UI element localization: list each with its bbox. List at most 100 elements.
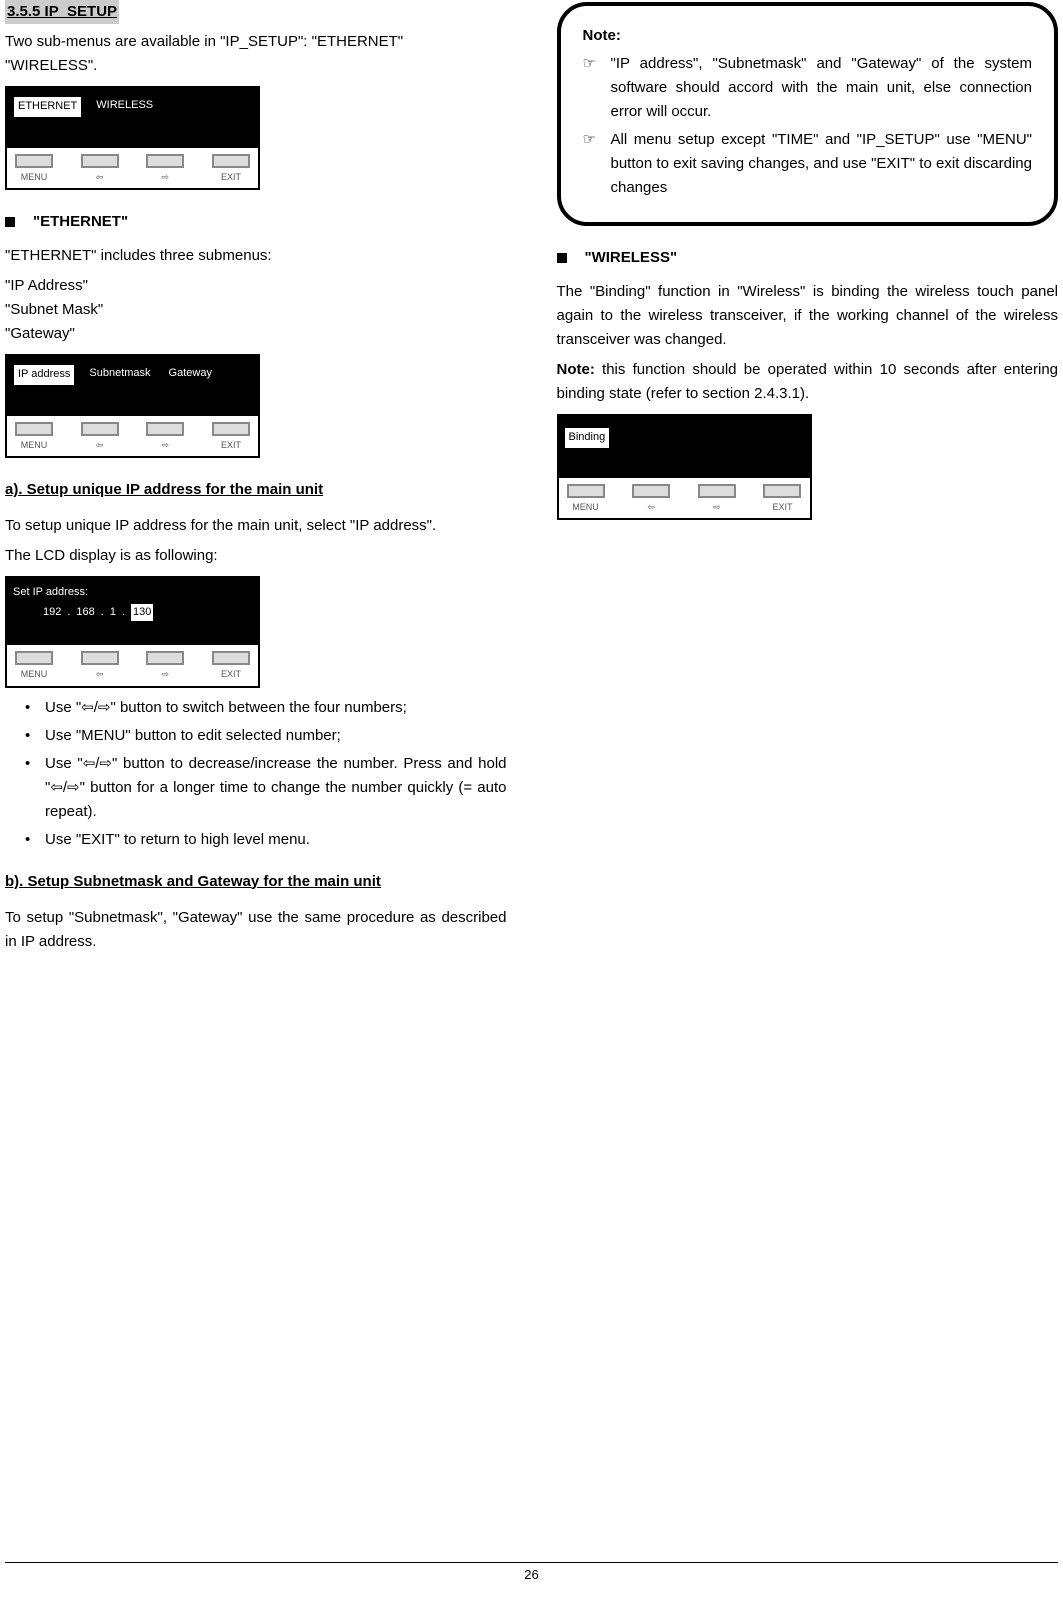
page-container: 3.5.5 IP_SETUP Two sub-menus are availab… — [0, 0, 1063, 1601]
lcd-screen: IP address Subnetmask Gateway — [7, 356, 258, 416]
wireless-para: The "Binding" function in "Wireless" is … — [557, 280, 1059, 352]
lcd-screenshot-ethernet-submenu: IP address Subnetmask Gateway MENU ⇦ ⇨ E… — [5, 354, 260, 458]
lcd-exit-label: EXIT — [212, 170, 250, 184]
two-column-layout: 3.5.5 IP_SETUP Two sub-menus are availab… — [0, 0, 1063, 960]
lcd-button-icon — [212, 651, 250, 665]
lcd-exit-label: EXIT — [212, 438, 250, 452]
lcd-right-arrow-icon: ⇨ — [146, 170, 184, 184]
lcd-button-icon — [15, 651, 53, 665]
lcd-label-row: MENU ⇦ ⇨ EXIT — [7, 436, 258, 456]
instructions-list: Use "⇦/⇨" button to switch between the f… — [5, 696, 507, 852]
tab-ethernet: ETHERNET — [13, 96, 82, 118]
tab-ipaddress: IP address — [13, 364, 75, 386]
lcd-button-icon — [81, 422, 119, 436]
lcd-menu-label: MENU — [15, 438, 53, 452]
tab-wireless: WIRELESS — [92, 96, 157, 116]
intro-text-1: Two sub-menus are available in "IP_SETUP… — [5, 33, 403, 50]
heading-b: b). Setup Subnetmask and Gateway for the… — [5, 870, 507, 894]
left-column: 3.5.5 IP_SETUP Two sub-menus are availab… — [5, 0, 507, 960]
wireless-heading: "WIRELESS" — [557, 246, 1059, 270]
ethernet-intro: "ETHERNET" includes three submenus: — [5, 244, 507, 268]
note-item: "IP address", "Subnetmask" and "Gateway"… — [583, 52, 1033, 124]
para-a1: To setup unique IP address for the main … — [5, 514, 507, 538]
note-list: "IP address", "Subnetmask" and "Gateway"… — [583, 52, 1033, 200]
lcd-label-row: MENU ⇦ ⇨ EXIT — [559, 498, 810, 518]
lcd-button-icon — [15, 154, 53, 168]
lcd-button-icon — [81, 651, 119, 665]
ip-octet-3: 1 — [110, 604, 116, 622]
lcd-button-icon — [146, 651, 184, 665]
lcd-button-icon — [81, 154, 119, 168]
lcd-screenshot-set-ip: Set IP address: 192. 168. 1. 130 — [5, 576, 260, 688]
lcd-button-icon — [15, 422, 53, 436]
bullet-item: Use "⇦/⇨" button to switch between the f… — [25, 696, 507, 720]
wireless-note-para: Note: this function should be operated w… — [557, 358, 1059, 406]
lcd-left-arrow-icon: ⇦ — [81, 170, 119, 184]
lcd-tabs: ETHERNET WIRELESS — [13, 96, 157, 118]
tab-subnetmask: Subnetmask — [85, 364, 154, 384]
lcd-screen: Set IP address: 192. 168. 1. 130 — [7, 578, 258, 645]
lcd-tabs: IP address Subnetmask Gateway — [13, 364, 216, 386]
lcd-button-icon — [146, 422, 184, 436]
lcd-button-icon — [567, 484, 605, 498]
lcd-button-icon — [212, 422, 250, 436]
lcd-screenshot-binding: Binding MENU ⇦ ⇨ EXIT — [557, 414, 812, 520]
lcd-right-arrow-icon: ⇨ — [146, 438, 184, 452]
lcd-right-arrow-icon: ⇨ — [698, 500, 736, 514]
ethernet-heading: "ETHERNET" — [5, 210, 507, 234]
ip-screen-content: Set IP address: 192. 168. 1. 130 — [13, 584, 252, 621]
wireless-note-text: this function should be operated within … — [557, 361, 1059, 402]
lcd-screen: ETHERNET WIRELESS — [7, 88, 258, 148]
para-a2: The LCD display is as following: — [5, 544, 507, 568]
section-title: 3.5.5 IP_SETUP — [5, 0, 119, 24]
page-number: 26 — [524, 1567, 538, 1582]
lcd-button-icon — [146, 154, 184, 168]
lcd-button-icon — [698, 484, 736, 498]
ip-octet-1: 192 — [43, 604, 61, 622]
lcd-button-row — [559, 478, 810, 498]
set-ip-label: Set IP address: — [13, 584, 252, 602]
ip-row: 192. 168. 1. 130 — [43, 604, 252, 622]
lcd-label-row: MENU ⇦ ⇨ EXIT — [7, 168, 258, 188]
ethernet-sub1: "IP Address" — [5, 274, 507, 298]
lcd-left-arrow-icon: ⇦ — [81, 667, 119, 681]
square-bullet-icon — [5, 217, 15, 227]
lcd-screen: Binding — [559, 416, 810, 478]
lcd-button-icon — [632, 484, 670, 498]
right-column: Note: "IP address", "Subnetmask" and "Ga… — [557, 0, 1059, 960]
ethernet-sub2: "Subnet Mask" — [5, 298, 507, 322]
lcd-menu-label: MENU — [15, 667, 53, 681]
lcd-left-arrow-icon: ⇦ — [81, 438, 119, 452]
lcd-menu-label: MENU — [567, 500, 605, 514]
square-bullet-icon — [557, 253, 567, 263]
bullet-item: Use "⇦/⇨" button to decrease/increase th… — [25, 752, 507, 824]
lcd-screenshot-ipsetup: ETHERNET WIRELESS MENU ⇦ ⇨ EXIT — [5, 86, 260, 190]
lcd-right-arrow-icon: ⇨ — [146, 667, 184, 681]
intro-text-2: "WIRELESS". — [5, 57, 97, 74]
tab-gateway: Gateway — [165, 364, 216, 384]
page-footer: 26 — [5, 1562, 1058, 1586]
para-b: To setup "Subnetmask", "Gateway" use the… — [5, 906, 507, 954]
ip-octet-2: 168 — [76, 604, 94, 622]
ip-octet-4-selected: 130 — [131, 604, 153, 622]
lcd-button-row — [7, 416, 258, 436]
lcd-button-row — [7, 148, 258, 168]
ethernet-heading-text: "ETHERNET" — [33, 210, 128, 234]
binding-label: Binding — [565, 428, 610, 448]
wireless-note-label: Note: — [557, 361, 595, 378]
wireless-heading-text: "WIRELESS" — [585, 246, 678, 270]
lcd-button-row — [7, 645, 258, 665]
ethernet-sub3: "Gateway" — [5, 322, 507, 346]
note-box: Note: "IP address", "Subnetmask" and "Ga… — [557, 2, 1059, 226]
note-heading: Note: — [583, 24, 1033, 48]
lcd-exit-label: EXIT — [763, 500, 801, 514]
lcd-exit-label: EXIT — [212, 667, 250, 681]
bullet-item: Use "MENU" button to edit selected numbe… — [25, 724, 507, 748]
lcd-left-arrow-icon: ⇦ — [632, 500, 670, 514]
lcd-button-icon — [212, 154, 250, 168]
bullet-item: Use "EXIT" to return to high level menu. — [25, 828, 507, 852]
intro-paragraph: Two sub-menus are available in "IP_SETUP… — [5, 30, 507, 78]
lcd-menu-label: MENU — [15, 170, 53, 184]
note-item: All menu setup except "TIME" and "IP_SET… — [583, 128, 1033, 200]
heading-a: a). Setup unique IP address for the main… — [5, 478, 507, 502]
